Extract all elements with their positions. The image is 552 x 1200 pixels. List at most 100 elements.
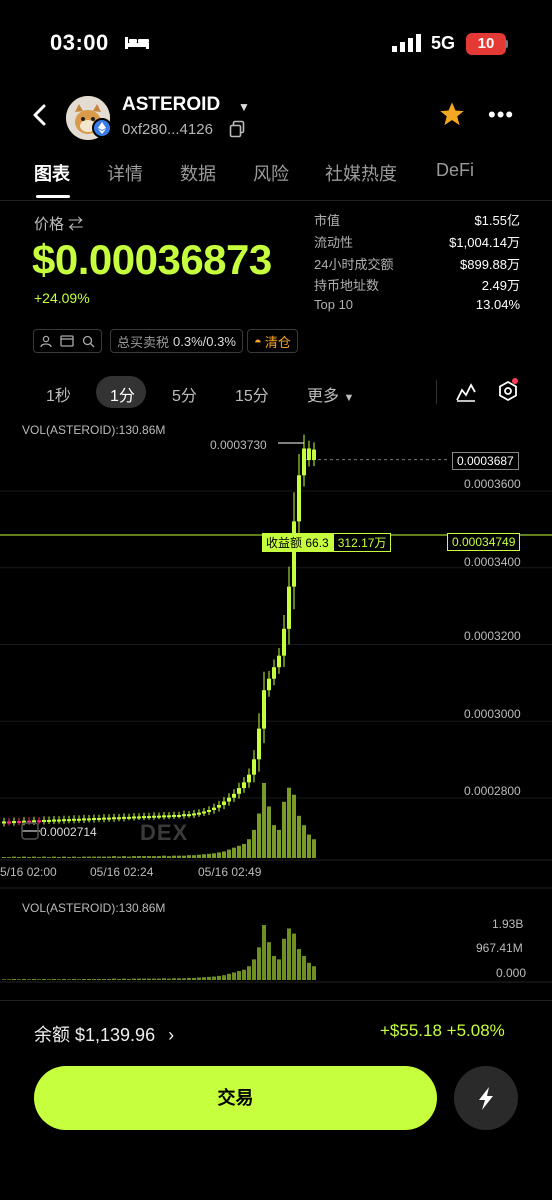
candle-body — [287, 586, 291, 629]
stat-row: 流动性 $1,004.14万 — [314, 234, 520, 250]
tab-defi[interactable]: DeFi — [436, 160, 474, 181]
tab-risk[interactable]: 风险 — [253, 160, 289, 186]
price-tick: 0.0003600 — [464, 477, 521, 491]
volume-bar — [157, 856, 161, 858]
volume-panel-bar — [117, 978, 121, 980]
candle-body — [182, 814, 186, 817]
copy-icon[interactable] — [229, 120, 245, 138]
volume-panel-bar — [237, 971, 241, 980]
token-name[interactable]: ASTEROID — [122, 94, 220, 116]
candle-body — [197, 812, 201, 815]
volume-panel-bar — [72, 978, 76, 980]
timeframe-5m[interactable]: 5分 — [172, 382, 197, 406]
tax-chip[interactable]: 总买卖税 0.3%/0.3% — [110, 329, 243, 353]
volume-bar — [22, 856, 26, 858]
volume-bar — [227, 849, 231, 858]
volume-bar — [197, 854, 201, 858]
balance-row[interactable]: 余额 $1,139.96 › — [34, 1021, 174, 1047]
volume-bar — [252, 829, 256, 858]
volume-bar — [17, 857, 21, 858]
volume-bar — [132, 856, 136, 858]
volume-panel-bar — [92, 978, 96, 980]
candle-body — [117, 817, 121, 820]
volume-panel-bar — [12, 978, 16, 980]
candle-body — [12, 821, 16, 824]
candle-body — [62, 819, 66, 822]
trade-button[interactable]: 交易 — [34, 1066, 437, 1130]
timeframe-1m[interactable]: 1分 — [110, 382, 135, 406]
quick-trade-button[interactable] — [454, 1066, 518, 1130]
stat-row: 24小时成交额 $899.88万 — [314, 256, 520, 272]
volume-panel-bar — [312, 966, 316, 980]
volume-panel-bar — [137, 978, 141, 980]
indicator-icon[interactable] — [455, 382, 477, 402]
favorite-star-icon[interactable] — [438, 100, 466, 128]
security-checks-chip[interactable] — [33, 329, 102, 353]
timeframe-1s[interactable]: 1秒 — [46, 382, 71, 406]
volume-panel-bar — [227, 973, 231, 980]
candle-body — [297, 475, 301, 522]
volume-panel-bar — [242, 969, 246, 980]
stat-row: 持币地址数 2.49万 — [314, 278, 520, 294]
candle-body — [87, 818, 91, 821]
volume-panel-bar — [297, 949, 301, 980]
candle-body — [187, 814, 191, 817]
volume-bar — [162, 855, 166, 858]
volume-panel-bar — [47, 979, 51, 980]
candle-body — [147, 816, 151, 819]
volume-bar — [177, 855, 181, 858]
volume-panel-bar — [77, 979, 81, 980]
tab-data[interactable]: 数据 — [180, 160, 216, 186]
volume-bar — [287, 787, 291, 858]
volume-panel-bar — [252, 959, 256, 980]
candle-body — [77, 818, 81, 821]
network-type: 5G — [431, 33, 456, 53]
volume-bar — [7, 857, 11, 858]
volume-panel-bar — [187, 977, 191, 980]
timeframe-more[interactable]: 更多 ▼ — [307, 382, 354, 406]
volume-panel-bar — [282, 938, 286, 980]
candle-body — [167, 815, 171, 818]
volume-panel-bar — [27, 979, 31, 980]
divider — [0, 1000, 552, 1001]
volume-bar — [137, 856, 141, 858]
volume-bar — [112, 856, 116, 858]
clear-position-chip[interactable]: ◓ 清仓 — [247, 329, 298, 353]
candle-body — [292, 521, 296, 587]
chevron-down-icon[interactable]: ▼ — [238, 100, 250, 114]
time-label: 05/16 02:49 — [198, 865, 262, 879]
back-arrow-icon[interactable] — [30, 102, 50, 128]
volume-bar — [152, 856, 156, 858]
volume-panel-bar — [287, 928, 291, 980]
volume-panel-bar — [152, 978, 156, 980]
candle-body — [97, 818, 101, 821]
search-icon — [82, 335, 95, 347]
candle-body — [92, 818, 96, 821]
price-value: $0.00036873 — [32, 236, 272, 283]
candle-body — [37, 820, 41, 823]
candle-body — [262, 690, 266, 729]
volume-panel-bar — [232, 972, 236, 980]
volume-panel-bar — [132, 978, 136, 980]
volume-bar — [97, 856, 101, 858]
chart-settings-icon[interactable] — [496, 378, 520, 404]
tab-social[interactable]: 社媒热度 — [325, 160, 397, 186]
volume-bar — [172, 855, 176, 858]
volume-bar — [142, 856, 146, 858]
swap-icon[interactable]: ⇄ — [68, 216, 83, 233]
volume-bar — [262, 783, 266, 858]
volume-panel-bar — [102, 978, 106, 980]
high-price-label: 0.0003730 — [210, 438, 267, 452]
tab-details[interactable]: 详情 — [107, 160, 143, 186]
toolbar-divider — [436, 380, 437, 404]
candle-body — [32, 820, 36, 823]
volume-panel-bar — [62, 978, 66, 980]
volume-bar — [257, 813, 261, 858]
volume-panel-bar — [122, 978, 126, 980]
timeframe-15m[interactable]: 15分 — [235, 382, 269, 406]
volume-bar — [147, 856, 151, 858]
volume-bar — [232, 847, 236, 858]
tab-chart[interactable]: 图表 — [34, 160, 70, 186]
more-options-icon[interactable]: ••• — [488, 102, 514, 128]
candle-body — [47, 819, 51, 822]
